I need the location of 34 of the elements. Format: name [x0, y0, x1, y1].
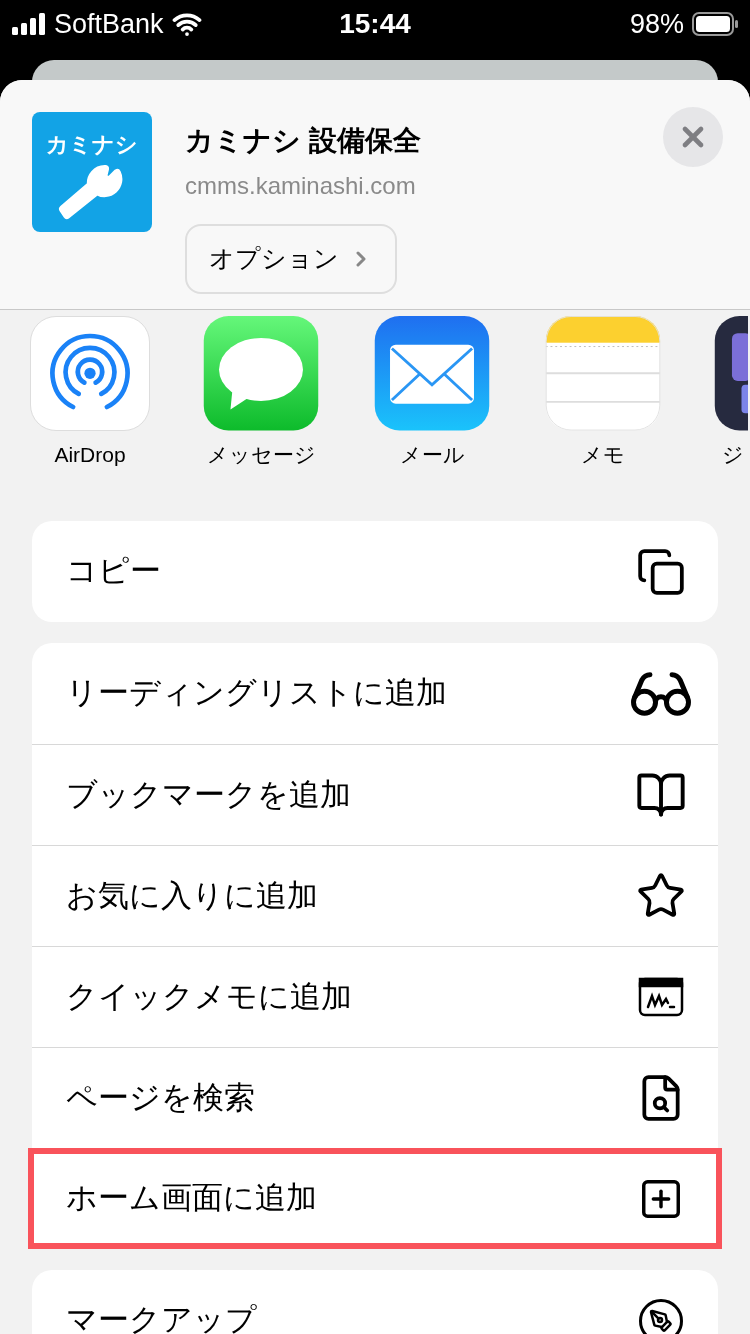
page-url: cmms.kaminashi.com	[185, 171, 417, 201]
options-button[interactable]: オプション	[185, 224, 397, 294]
action-row[interactable]: クイックメモに追加	[32, 946, 718, 1047]
mail-icon	[372, 316, 492, 431]
notes-icon	[543, 316, 663, 431]
action-row[interactable]: ブックマークを追加	[32, 744, 718, 845]
app-label: メモ	[581, 441, 625, 468]
airdrop-icon	[30, 316, 150, 431]
share-app-item[interactable]: メッセージ	[201, 316, 321, 470]
page-title: カミナシ 設備保全	[185, 124, 422, 158]
battery-icon	[692, 12, 738, 36]
quick-note-icon	[638, 977, 684, 1017]
app-label: ジ	[721, 441, 744, 468]
action-row[interactable]: コピー	[32, 521, 718, 622]
markup-icon	[639, 1298, 683, 1334]
copy-icon	[636, 546, 686, 597]
app-icon-text: カミナシ	[46, 131, 138, 159]
action-row[interactable]: マークアップ	[32, 1270, 718, 1334]
action-row[interactable]: お気に入りに追加	[32, 845, 718, 946]
share-app-item[interactable]: AirDrop	[30, 316, 150, 470]
action-row[interactable]: ホーム画面に追加	[28, 1148, 722, 1249]
app-icon	[714, 316, 748, 431]
status-time: 15:44	[339, 7, 411, 41]
share-app-item[interactable]: メール	[372, 316, 492, 470]
app-label: AirDrop	[54, 441, 126, 468]
messages-icon	[201, 316, 321, 431]
carrier-name: SoftBank	[54, 7, 164, 41]
share-app-item[interactable]: メモ	[543, 316, 663, 470]
share-app-item[interactable]: ジ	[714, 316, 748, 470]
app-label: メール	[399, 441, 465, 468]
action-row[interactable]: リーディングリストに追加	[32, 643, 718, 744]
app-label: メッセージ	[206, 441, 316, 468]
signal-icon	[12, 13, 46, 35]
battery-percent: 98%	[629, 7, 684, 41]
